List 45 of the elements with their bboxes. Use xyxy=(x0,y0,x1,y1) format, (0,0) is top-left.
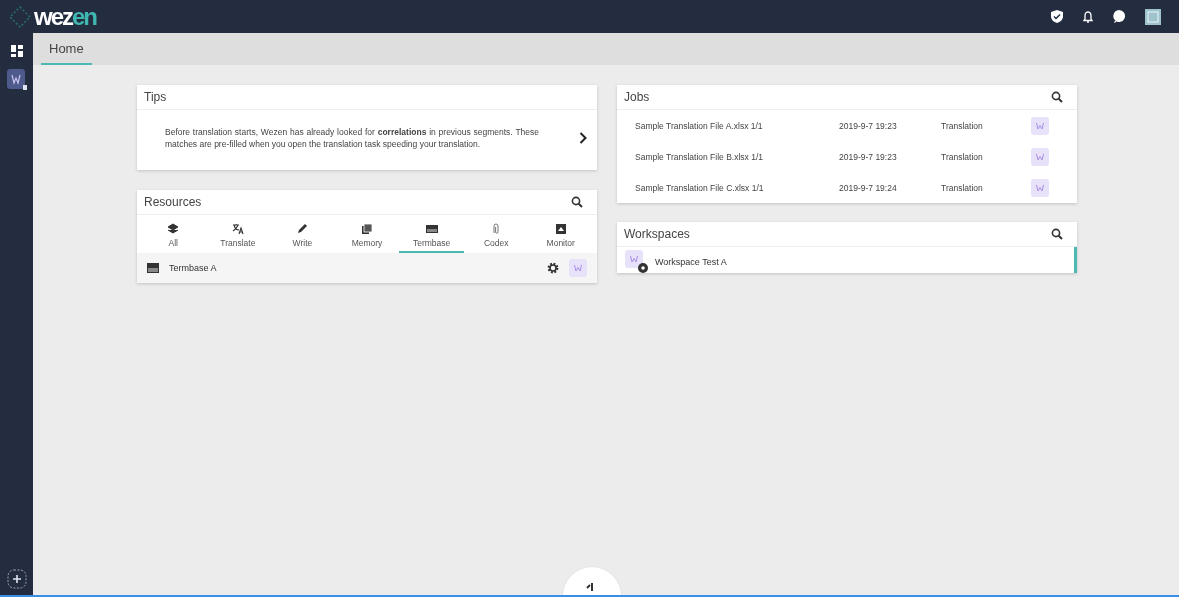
search-icon[interactable] xyxy=(1051,228,1063,240)
layers-icon xyxy=(167,223,180,235)
job-date: 2019-9-7 19:23 xyxy=(839,120,898,131)
category-tab[interactable]: Write xyxy=(270,223,335,253)
dashboard-icon[interactable] xyxy=(10,45,23,57)
resource-name: Termbase A xyxy=(169,263,218,273)
tab[interactable]: Home xyxy=(41,33,92,65)
job-date: 2019-9-7 19:24 xyxy=(839,182,898,193)
termbase-icon xyxy=(147,263,159,273)
job-type: Translation xyxy=(941,151,984,162)
resource-row[interactable]: Termbase A xyxy=(137,253,597,283)
bell-icon[interactable] xyxy=(1083,10,1093,23)
stacked-pages-icon xyxy=(361,223,373,235)
logo-icon xyxy=(8,4,32,29)
card-title: Tips xyxy=(144,90,167,104)
image-icon xyxy=(554,223,567,235)
avatar-icon[interactable] xyxy=(1145,8,1161,25)
job-type: Translation xyxy=(941,120,984,131)
search-icon[interactable] xyxy=(1051,91,1063,103)
job-file[interactable]: Sample Translation File A.xlsx 1/1 xyxy=(635,120,839,131)
chevron-right-icon[interactable] xyxy=(579,132,587,144)
card-title: Resources xyxy=(144,195,202,209)
category-tab[interactable]: All xyxy=(141,223,206,253)
settings-icon[interactable] xyxy=(547,262,559,274)
search-icon[interactable] xyxy=(571,196,583,208)
workspace-icon[interactable] xyxy=(6,69,27,91)
job-file[interactable]: Sample Translation File C.xlsx 1/1 xyxy=(635,182,839,193)
workspace-name: Workspace Test A xyxy=(655,257,727,267)
shield-icon[interactable] xyxy=(1051,10,1063,23)
pen-icon xyxy=(296,223,309,235)
category-tab[interactable]: Monitor xyxy=(528,223,594,253)
add-icon[interactable] xyxy=(6,569,27,589)
job-file[interactable]: Sample Translation File B.xlsx 1/1 xyxy=(635,151,839,162)
card-title: Jobs xyxy=(624,90,650,104)
card-title: Workspaces xyxy=(624,227,690,241)
card-icon xyxy=(425,223,438,235)
translate-icon xyxy=(231,223,244,235)
category-tab[interactable]: Codex xyxy=(463,223,529,253)
category-tab[interactable]: Translate xyxy=(205,223,271,253)
job-type: Translation xyxy=(941,182,984,193)
tip-text: Before translation starts, Wezen has already looked for correlations in previous segments. These matches are pre-filled when you open the translation task speeding your translation. xyxy=(165,126,539,150)
logo: wezen xyxy=(34,2,97,31)
workspace-row[interactable]: Workspace Test A xyxy=(617,247,1077,273)
job-date: 2019-9-7 19:23 xyxy=(839,151,898,162)
category-tab[interactable]: Memory xyxy=(334,223,400,253)
